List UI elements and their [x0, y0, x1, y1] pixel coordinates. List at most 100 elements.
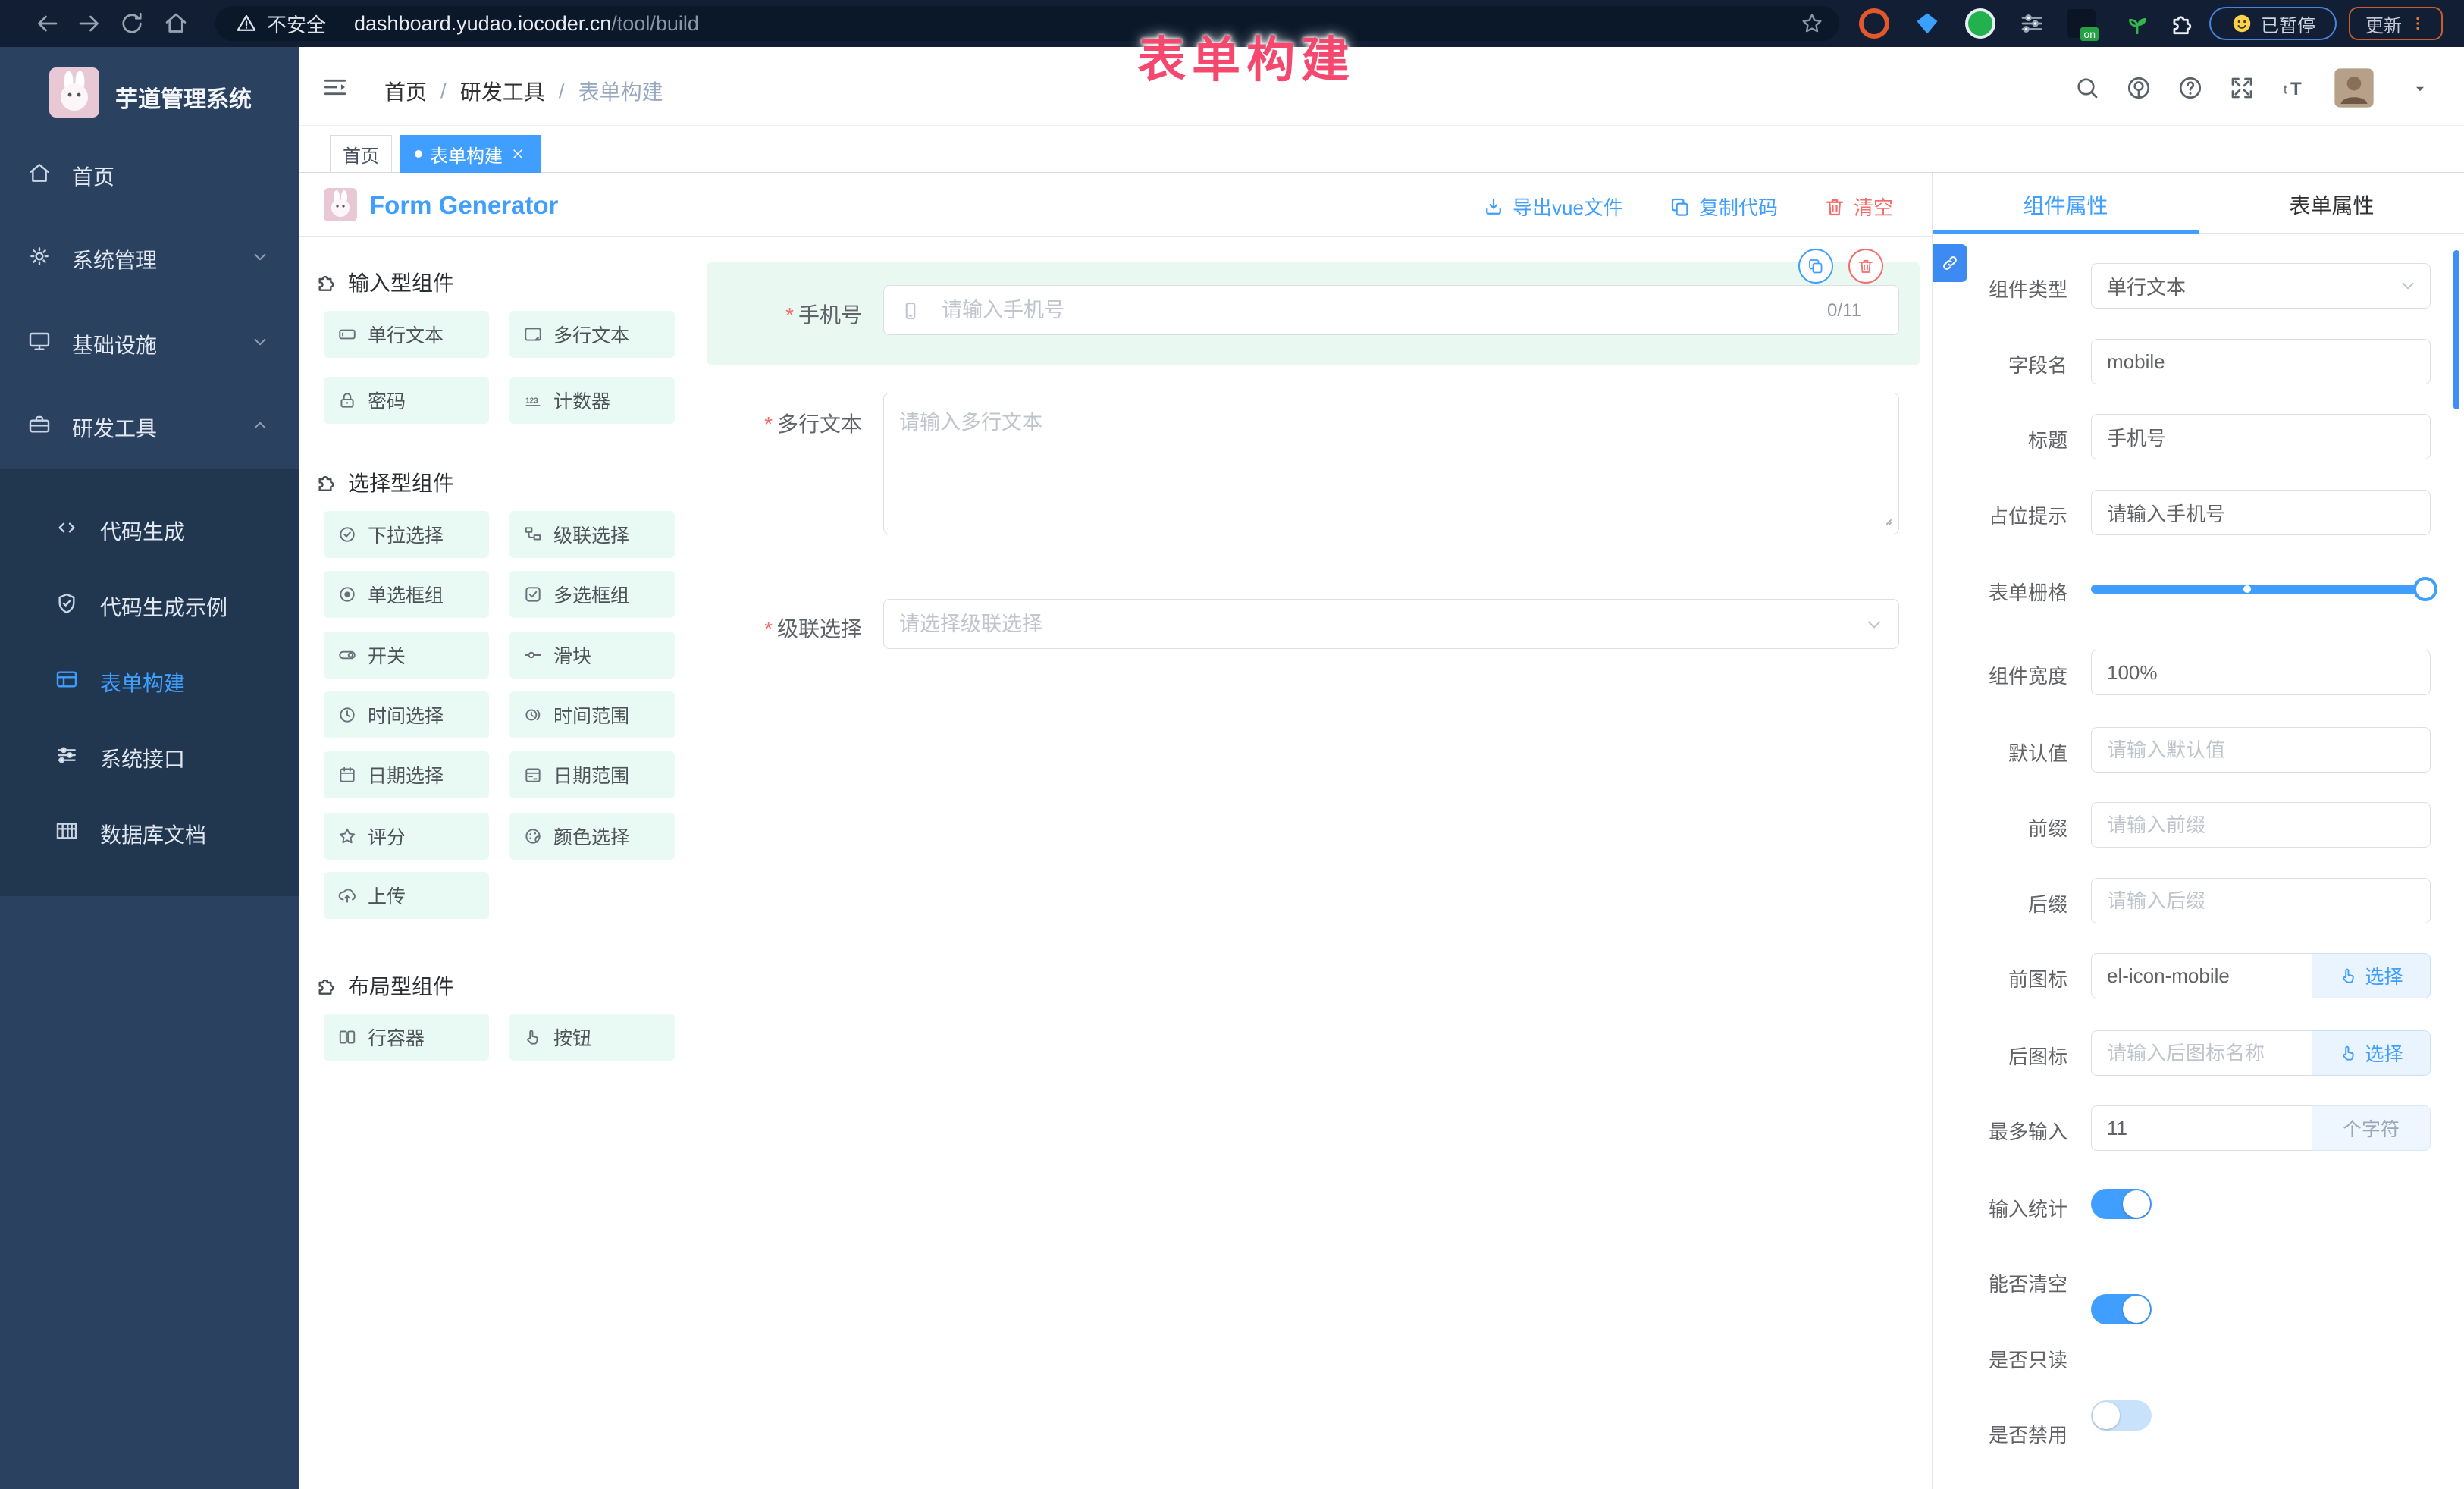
palette-item-time-range[interactable]: 时间范围: [509, 691, 675, 738]
fullscreen-icon[interactable]: [2228, 74, 2256, 102]
url-host: dashboard.yudao.iocoder.cn: [354, 12, 611, 36]
star-icon: [337, 826, 357, 846]
palette-item-select[interactable]: 下拉选择: [324, 511, 489, 558]
duplicate-field-button[interactable]: [1798, 249, 1833, 284]
title-input[interactable]: [2091, 414, 2431, 459]
search-icon[interactable]: [2074, 74, 2101, 102]
browser-reload-icon[interactable]: [118, 10, 146, 37]
palette-item-color[interactable]: 颜色选择: [509, 813, 675, 860]
choose-suffix-icon-button[interactable]: 选择: [2312, 1030, 2431, 1076]
sidebar-item-infra[interactable]: 基础设施: [0, 320, 299, 362]
palette-item-rate[interactable]: 评分: [324, 813, 489, 860]
browser-home-icon[interactable]: [162, 10, 190, 37]
svg-text:T: T: [2290, 79, 2302, 99]
palette-item-date[interactable]: 日期选择: [324, 751, 489, 798]
extension-gem-icon[interactable]: [1914, 10, 1941, 37]
clearable-toggle[interactable]: [2091, 1294, 2152, 1324]
palette-item-slider[interactable]: 滑块: [509, 632, 675, 679]
resize-handle-icon[interactable]: [1876, 509, 1894, 528]
user-avatar[interactable]: [2333, 67, 2375, 109]
panel-scrollbar-thumb[interactable]: [2453, 250, 2459, 409]
default-value-input[interactable]: [2091, 727, 2431, 773]
prefix-input[interactable]: [2091, 802, 2431, 848]
placeholder-input[interactable]: [2091, 490, 2431, 535]
sidebar-item-system[interactable]: 系统管理: [0, 235, 299, 277]
copy-code-button[interactable]: 复制代码: [1669, 193, 1778, 221]
palette-item-upload[interactable]: 上传: [324, 872, 489, 919]
chevron-down-icon: [1864, 614, 1885, 635]
not-secure-label: 不安全: [267, 10, 326, 38]
maxlength-input[interactable]: [2091, 1105, 2312, 1151]
address-bar[interactable]: 不安全 dashboard.yudao.iocoder.cn/tool/buil…: [215, 6, 1839, 41]
palette-item-time[interactable]: 时间选择: [324, 691, 489, 738]
sidebar-item-codegen[interactable]: 代码生成: [0, 506, 299, 549]
show-count-toggle[interactable]: [2091, 1189, 2152, 1219]
tab-home[interactable]: 首页: [330, 135, 392, 173]
breadcrumb-home[interactable]: 首页: [384, 76, 427, 106]
slider-handle[interactable]: [2413, 577, 2437, 601]
extension-on-icon[interactable]: on: [2067, 9, 2096, 38]
palette-item-cascader[interactable]: 级联选择: [509, 511, 675, 558]
sidebar-item-form-builder[interactable]: 表单构建: [0, 658, 299, 701]
bookmark-star-icon[interactable]: [1800, 11, 1824, 36]
palette-item-date-range[interactable]: 日期范围: [509, 751, 675, 798]
palette-item-row[interactable]: 行容器: [324, 1014, 489, 1061]
extension-plant-icon[interactable]: [2123, 9, 2152, 38]
textarea-input[interactable]: [883, 393, 1899, 534]
cascader-input[interactable]: [883, 599, 1899, 649]
sidebar-item-db-doc[interactable]: 数据库文档: [0, 810, 299, 852]
sidebar-item-devtools[interactable]: 研发工具: [0, 403, 299, 446]
extension-green-icon[interactable]: [1965, 8, 1995, 39]
palette-item-button[interactable]: 按钮: [509, 1014, 675, 1061]
export-vue-button[interactable]: 导出vue文件: [1482, 193, 1623, 221]
trash-icon: [1857, 257, 1875, 275]
clear-button[interactable]: 清空: [1823, 193, 1893, 221]
choose-prefix-icon-button[interactable]: 选择: [2312, 953, 2431, 998]
extension-sliders-icon[interactable]: [2018, 10, 2045, 37]
extension-orange-icon[interactable]: [1859, 8, 1889, 39]
user-menu-caret-icon[interactable]: [2412, 80, 2428, 97]
field-label: *级联选择: [710, 613, 862, 643]
form-icon: [55, 667, 79, 691]
component-width-input[interactable]: [2091, 650, 2431, 695]
paused-extension-badge[interactable]: 已暂停: [2209, 7, 2337, 40]
prop-label: 最多输入: [1933, 1117, 2067, 1145]
prefix-icon-input[interactable]: [2091, 953, 2312, 998]
sidebar-item-home[interactable]: 首页: [0, 152, 299, 194]
palette-item-textarea[interactable]: 多行文本: [509, 311, 675, 358]
close-tab-icon[interactable]: [510, 146, 525, 161]
update-browser-button[interactable]: 更新: [2349, 7, 2443, 40]
suffix-icon-input[interactable]: [2091, 1030, 2312, 1076]
sidebar-item-codegen-demo[interactable]: 代码生成示例: [0, 582, 299, 625]
form-grid-slider[interactable]: [2091, 585, 2431, 594]
palette-item-radio-group[interactable]: 单选框组: [324, 571, 489, 618]
mobile-input[interactable]: [883, 285, 1899, 335]
github-icon[interactable]: [2125, 74, 2152, 102]
palette-item-password[interactable]: 密码: [324, 377, 489, 424]
tab-component-props[interactable]: 组件属性: [1933, 190, 2199, 220]
app-header: 首页 / 研发工具 / 表单构建 tT: [299, 47, 2464, 126]
delete-field-button[interactable]: [1848, 249, 1883, 284]
component-type-select[interactable]: [2091, 263, 2431, 309]
tab-form-props[interactable]: 表单属性: [2199, 190, 2464, 220]
sidebar-toggle-icon[interactable]: [321, 73, 350, 102]
suffix-input[interactable]: [2091, 878, 2431, 923]
breadcrumb-devtools[interactable]: 研发工具: [460, 76, 545, 106]
prop-label: 是否只读: [1933, 1345, 2067, 1373]
palette-item-checkbox-group[interactable]: 多选框组: [509, 571, 675, 618]
browser-back-icon[interactable]: [33, 10, 61, 37]
font-size-icon[interactable]: tT: [2280, 74, 2310, 102]
svg-text:123: 123: [525, 397, 538, 405]
palette-item-input[interactable]: 单行文本: [324, 311, 489, 358]
sidebar-item-api[interactable]: 系统接口: [0, 734, 299, 776]
palette-item-switch[interactable]: 开关: [324, 632, 489, 679]
paused-extension-emoji: [2230, 12, 2253, 35]
extensions-puzzle-icon[interactable]: [2168, 9, 2197, 38]
readonly-toggle[interactable]: [2091, 1400, 2152, 1431]
help-icon[interactable]: [2177, 74, 2204, 102]
field-name-input[interactable]: [2091, 339, 2431, 384]
browser-forward-icon[interactable]: [76, 10, 103, 37]
download-icon: [1482, 196, 1505, 218]
palette-item-counter[interactable]: 123计数器: [509, 377, 675, 424]
tab-form-builder[interactable]: 表单构建: [400, 135, 541, 173]
